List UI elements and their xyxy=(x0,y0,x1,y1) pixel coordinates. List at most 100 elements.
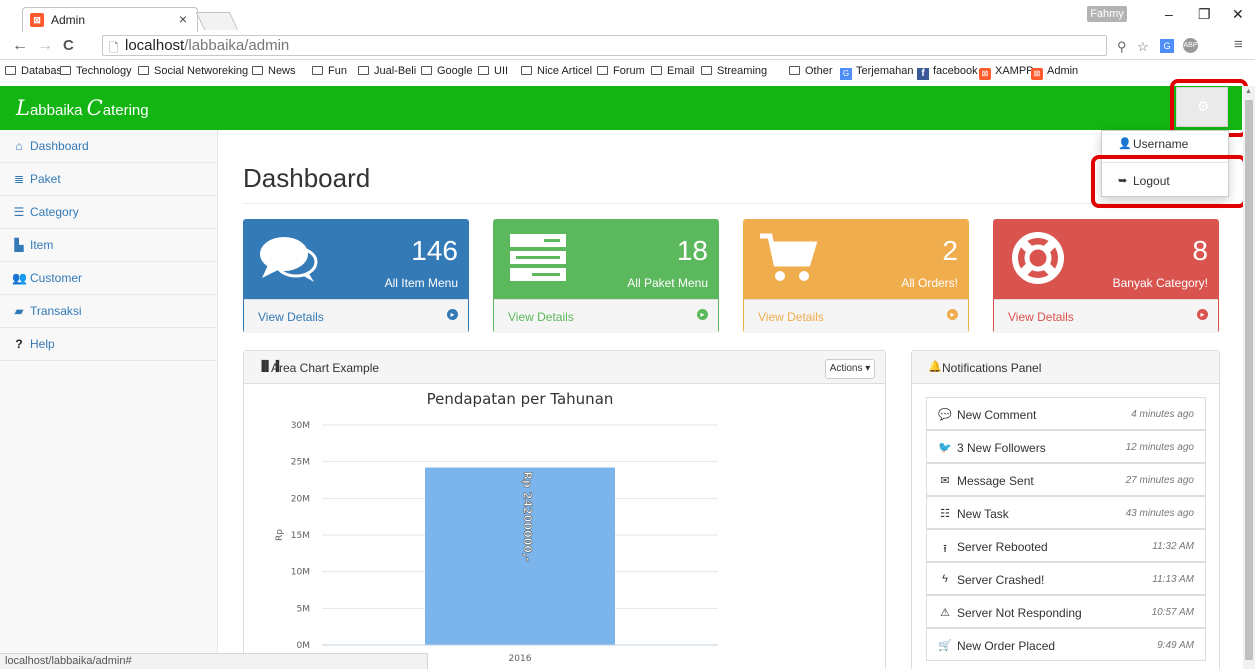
bookmark-item[interactable]: ⊠ XAMPP xyxy=(979,65,1034,80)
reload-icon[interactable]: C xyxy=(63,37,74,54)
sidebar-item-paket[interactable]: ≣ Paket xyxy=(0,163,217,196)
bookmark-label: Admin xyxy=(1047,65,1079,77)
stat-panel-heading: 8 Banyak Category! xyxy=(994,220,1218,299)
folder-icon xyxy=(701,66,712,75)
translate-extension-icon[interactable]: G xyxy=(1160,39,1174,53)
window-minimize-icon[interactable]: – xyxy=(1165,6,1173,22)
bookmark-item[interactable]: News xyxy=(252,65,296,77)
bookmark-item[interactable]: Database xyxy=(5,65,68,77)
folder-icon xyxy=(789,66,800,75)
scroll-up-icon[interactable]: ▲ xyxy=(1245,88,1252,95)
folder-icon xyxy=(651,66,662,75)
browser-tab-admin[interactable]: ⊠ Admin × xyxy=(22,7,198,32)
bookmark-label: Fun xyxy=(328,65,347,77)
folder-icon xyxy=(478,66,489,75)
y-tick-label: 0M xyxy=(297,641,311,651)
stat-value: 8 xyxy=(1192,235,1208,266)
notification-time: 27 minutes ago xyxy=(1125,475,1194,486)
bookmark-item[interactable]: Other xyxy=(789,65,833,77)
zoom-icon[interactable]: ⚲ xyxy=(1117,39,1127,55)
bookmark-label: UII xyxy=(494,65,509,77)
bookmark-item[interactable]: Email xyxy=(651,65,695,77)
bookmark-label: Jual-Beli xyxy=(374,65,417,77)
bookmark-item[interactable]: Technology xyxy=(60,65,132,77)
notification-item[interactable]: 🐦 3 New Followers 12 minutes ago xyxy=(926,430,1206,463)
brand-logo[interactable]: Labbaika Catering xyxy=(16,96,149,120)
scroll-thumb[interactable] xyxy=(1245,100,1253,660)
bookmark-item[interactable]: f facebook xyxy=(917,65,978,80)
twitter-icon: 🐦 xyxy=(938,442,952,454)
notification-item[interactable]: ϟ Server Crashed! 11:13 AM xyxy=(926,562,1206,595)
tab-close-icon[interactable]: × xyxy=(179,11,187,27)
bookmark-label: Google xyxy=(437,65,473,77)
notification-label: 3 New Followers xyxy=(957,441,1046,455)
y-tick-label: 15M xyxy=(291,531,310,541)
notification-item[interactable]: ⭱ Server Rebooted 11:32 AM xyxy=(926,529,1206,562)
bookmark-item[interactable]: Streaming xyxy=(701,65,767,77)
notifications-heading: 🔔 Notifications Panel xyxy=(912,351,1219,384)
stat-value: 18 xyxy=(676,235,708,266)
url-field[interactable]: 🗋 localhost/labbaika/admin xyxy=(102,35,1107,56)
username-menu-item[interactable]: 👤 Username xyxy=(1102,132,1230,156)
url-text: localhost/labbaika/admin xyxy=(125,37,290,54)
bookmark-star-icon[interactable]: ☆ xyxy=(1137,39,1149,55)
notification-item[interactable]: 💬 New Comment 4 minutes ago xyxy=(926,397,1206,430)
stat-value: 2 xyxy=(942,235,958,266)
view-details-link[interactable]: View Details ▸ xyxy=(244,299,468,333)
bookmark-item[interactable]: Social Networeking xyxy=(138,65,248,77)
sidebar-item-category[interactable]: ☰ Category xyxy=(0,196,217,229)
bookmark-item[interactable]: Fun xyxy=(312,65,347,77)
bookmark-label: Streaming xyxy=(717,65,768,77)
logout-menu-item[interactable]: ➥ Logout xyxy=(1102,169,1230,193)
page-scrollbar[interactable]: ▲ xyxy=(1243,86,1255,669)
view-details-link[interactable]: View Details ▸ xyxy=(494,299,718,333)
window-restore-icon[interactable]: ❐ xyxy=(1198,6,1211,23)
browser-menu-icon[interactable]: ≡ xyxy=(1234,36,1243,53)
sidebar-item-customer[interactable]: 👥 Customer xyxy=(0,262,217,295)
back-arrow-icon[interactable]: ← xyxy=(12,37,28,55)
bar-data-label: Rp 24200000,- xyxy=(521,472,534,562)
sidebar-item-dashboard[interactable]: ⌂ Dashboard xyxy=(0,130,217,163)
bookmark-item[interactable]: Forum xyxy=(597,65,645,77)
bookmark-item[interactable]: ⊠ Admin xyxy=(1031,65,1078,80)
notification-time: 11:13 AM xyxy=(1152,574,1194,585)
page-info-icon[interactable]: 🗋 xyxy=(109,39,119,60)
xampp-icon: ⊠ xyxy=(979,68,991,80)
adblock-extension-icon[interactable]: ABP xyxy=(1183,38,1198,53)
stat-panel-heading: 2 All Orders! xyxy=(744,220,968,299)
actions-dropdown-button[interactable]: Actions ▾ xyxy=(825,359,875,379)
notification-label: Server Not Responding xyxy=(957,606,1082,620)
notification-item[interactable]: ☷ New Task 43 minutes ago xyxy=(926,496,1206,529)
bookmark-label: Social Networeking xyxy=(154,65,249,77)
window-close-icon[interactable]: ✕ xyxy=(1232,6,1244,23)
server-icon xyxy=(508,232,568,287)
forward-arrow-icon[interactable]: → xyxy=(37,37,53,55)
notification-label: Server Crashed! xyxy=(957,573,1045,587)
notification-time: 43 minutes ago xyxy=(1125,508,1194,519)
new-tab-button[interactable] xyxy=(195,12,239,30)
bookmark-item[interactable]: G Terjemahan xyxy=(840,65,913,80)
sidebar-item-label: Paket xyxy=(30,172,61,186)
bookmark-item[interactable]: Jual-Beli xyxy=(358,65,416,77)
sidebar-item-transaksi[interactable]: ▰ Transaksi xyxy=(0,295,217,328)
view-details-link[interactable]: View Details ▸ xyxy=(744,299,968,333)
notification-item[interactable]: ✉ Message Sent 27 minutes ago xyxy=(926,463,1206,496)
tab-title: Admin xyxy=(51,13,86,27)
sidebar-item-item[interactable]: ▙ Item xyxy=(0,229,217,262)
notification-time: 9:49 AM xyxy=(1157,640,1194,651)
bookmarks-bar: Database Technology Social Networeking News… xyxy=(0,61,1255,85)
notification-item[interactable]: ⚠ Server Not Responding 10:57 AM xyxy=(926,595,1206,628)
bookmark-item[interactable]: UII xyxy=(478,65,508,77)
browser-user-badge[interactable]: Fahmy xyxy=(1087,6,1127,22)
notification-item[interactable]: 🛒 New Order Placed 9:49 AM xyxy=(926,628,1206,661)
stat-label: Banyak Category! xyxy=(1112,276,1208,290)
sidebar-item-help[interactable]: ? Help xyxy=(0,328,217,361)
bookmark-item[interactable]: Nice Articel xyxy=(521,65,592,77)
cart-icon: 🛒 xyxy=(938,640,952,652)
settings-dropdown-button[interactable]: ⚙ xyxy=(1176,87,1228,127)
folder-icon xyxy=(252,66,263,75)
bookmark-item[interactable]: Google xyxy=(421,65,472,77)
area-chart-panel: ▐▌▐ Area Chart Example Actions ▾ Pendapa… xyxy=(243,350,886,669)
view-details-link[interactable]: View Details ▸ xyxy=(994,299,1218,333)
bookmark-label: Technology xyxy=(76,65,132,77)
